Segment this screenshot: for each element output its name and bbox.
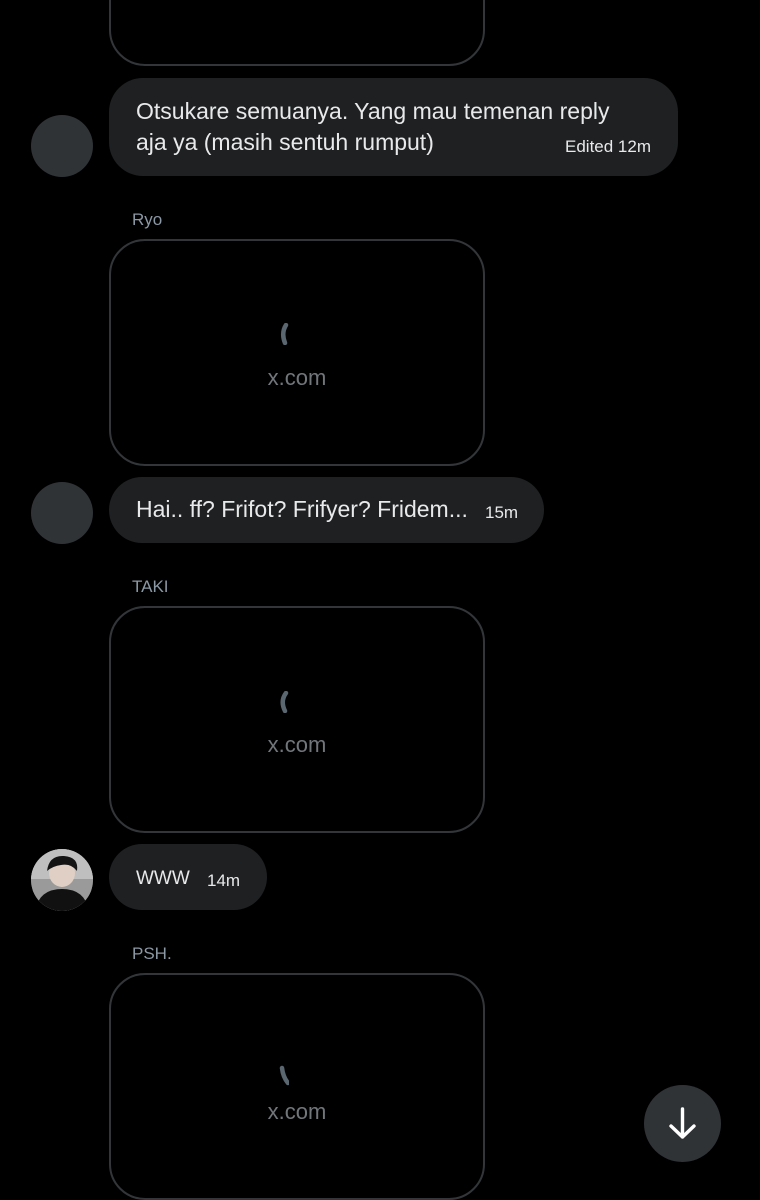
message-timestamp: 14m [207, 871, 241, 890]
loading-spinner-icon [281, 323, 289, 345]
message-timestamp: Edited 12m [565, 137, 651, 156]
user-photo-icon [31, 849, 93, 911]
message-bubble[interactable]: Hai.. ff? Frifot? Frifyer? Fridem... 15m [109, 477, 544, 543]
link-card[interactable]: x.com [109, 973, 485, 1200]
message-bubble[interactable]: WWW 14m [109, 844, 267, 910]
message-text: Hai.. ff? Frifot? Frifyer? Fridem... [136, 496, 468, 522]
message-text: WWW [136, 868, 190, 889]
link-card[interactable]: x.com [109, 606, 485, 833]
sender-name: PSH. [132, 944, 172, 963]
message-text: Otsukare semuanya. Yang mau temenan repl… [136, 98, 610, 124]
scroll-to-bottom-button[interactable] [644, 1085, 721, 1162]
arrow-down-icon [669, 1107, 696, 1139]
message-timestamp: 15m [485, 503, 519, 522]
avatar[interactable] [31, 849, 93, 911]
link-domain: x.com [267, 1099, 327, 1124]
sender-name: TAKI [132, 577, 169, 596]
link-domain: x.com [267, 365, 327, 390]
message-bubble[interactable]: Otsukare semuanya. Yang mau temenan repl… [109, 78, 678, 176]
link-card[interactable] [109, 0, 485, 66]
sender-name: Ryo [132, 210, 163, 229]
loading-spinner-icon [279, 1065, 289, 1086]
message-text: aja ya (masih sentuh rumput) [136, 129, 434, 155]
avatar[interactable] [31, 115, 93, 177]
loading-spinner-icon [280, 691, 289, 713]
link-domain: x.com [267, 732, 327, 757]
link-card[interactable]: x.com [109, 239, 485, 466]
avatar[interactable] [31, 482, 93, 544]
